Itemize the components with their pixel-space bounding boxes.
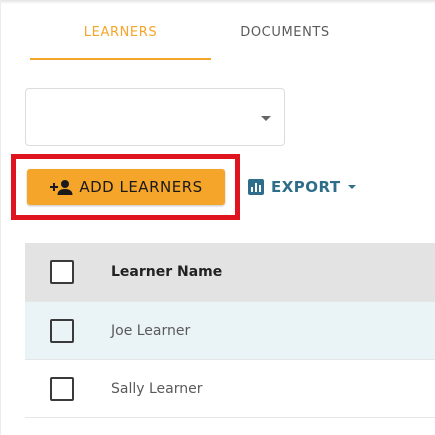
column-header-learner-name[interactable]: Learner Name: [111, 264, 222, 280]
row-checkbox[interactable]: [50, 318, 74, 343]
tab-learners[interactable]: LEARNERS: [30, 18, 211, 62]
tab-learners-label: LEARNERS: [83, 25, 158, 40]
learners-panel: LEARNERS DOCUMENTS ADD LEARNERS EXPORT L…: [0, 0, 435, 435]
caret-down-icon: [261, 116, 271, 121]
table-header-row: Learner Name: [25, 243, 435, 302]
learner-name: Sally Learner: [111, 380, 203, 397]
table-row[interactable]: Joe Learner: [25, 302, 435, 360]
group-select[interactable]: [25, 88, 285, 146]
chart-icon: [248, 179, 264, 195]
left-divider: [0, 0, 1, 435]
tab-documents[interactable]: DOCUMENTS: [215, 18, 355, 62]
select-all-checkbox[interactable]: [50, 260, 74, 284]
table-row[interactable]: Sally Learner: [25, 360, 435, 418]
top-divider: [0, 0, 435, 4]
export-button[interactable]: EXPORT: [248, 174, 356, 200]
active-tab-indicator: [30, 58, 211, 60]
learners-table: Learner Name Joe Learner Sally Learner: [25, 243, 435, 418]
highlight-box: [11, 154, 240, 220]
tab-documents-label: DOCUMENTS: [240, 25, 330, 40]
learner-name: Joe Learner: [111, 322, 191, 339]
export-label: EXPORT: [271, 178, 341, 196]
row-checkbox[interactable]: [50, 376, 74, 401]
export-caret-icon: [347, 185, 356, 189]
